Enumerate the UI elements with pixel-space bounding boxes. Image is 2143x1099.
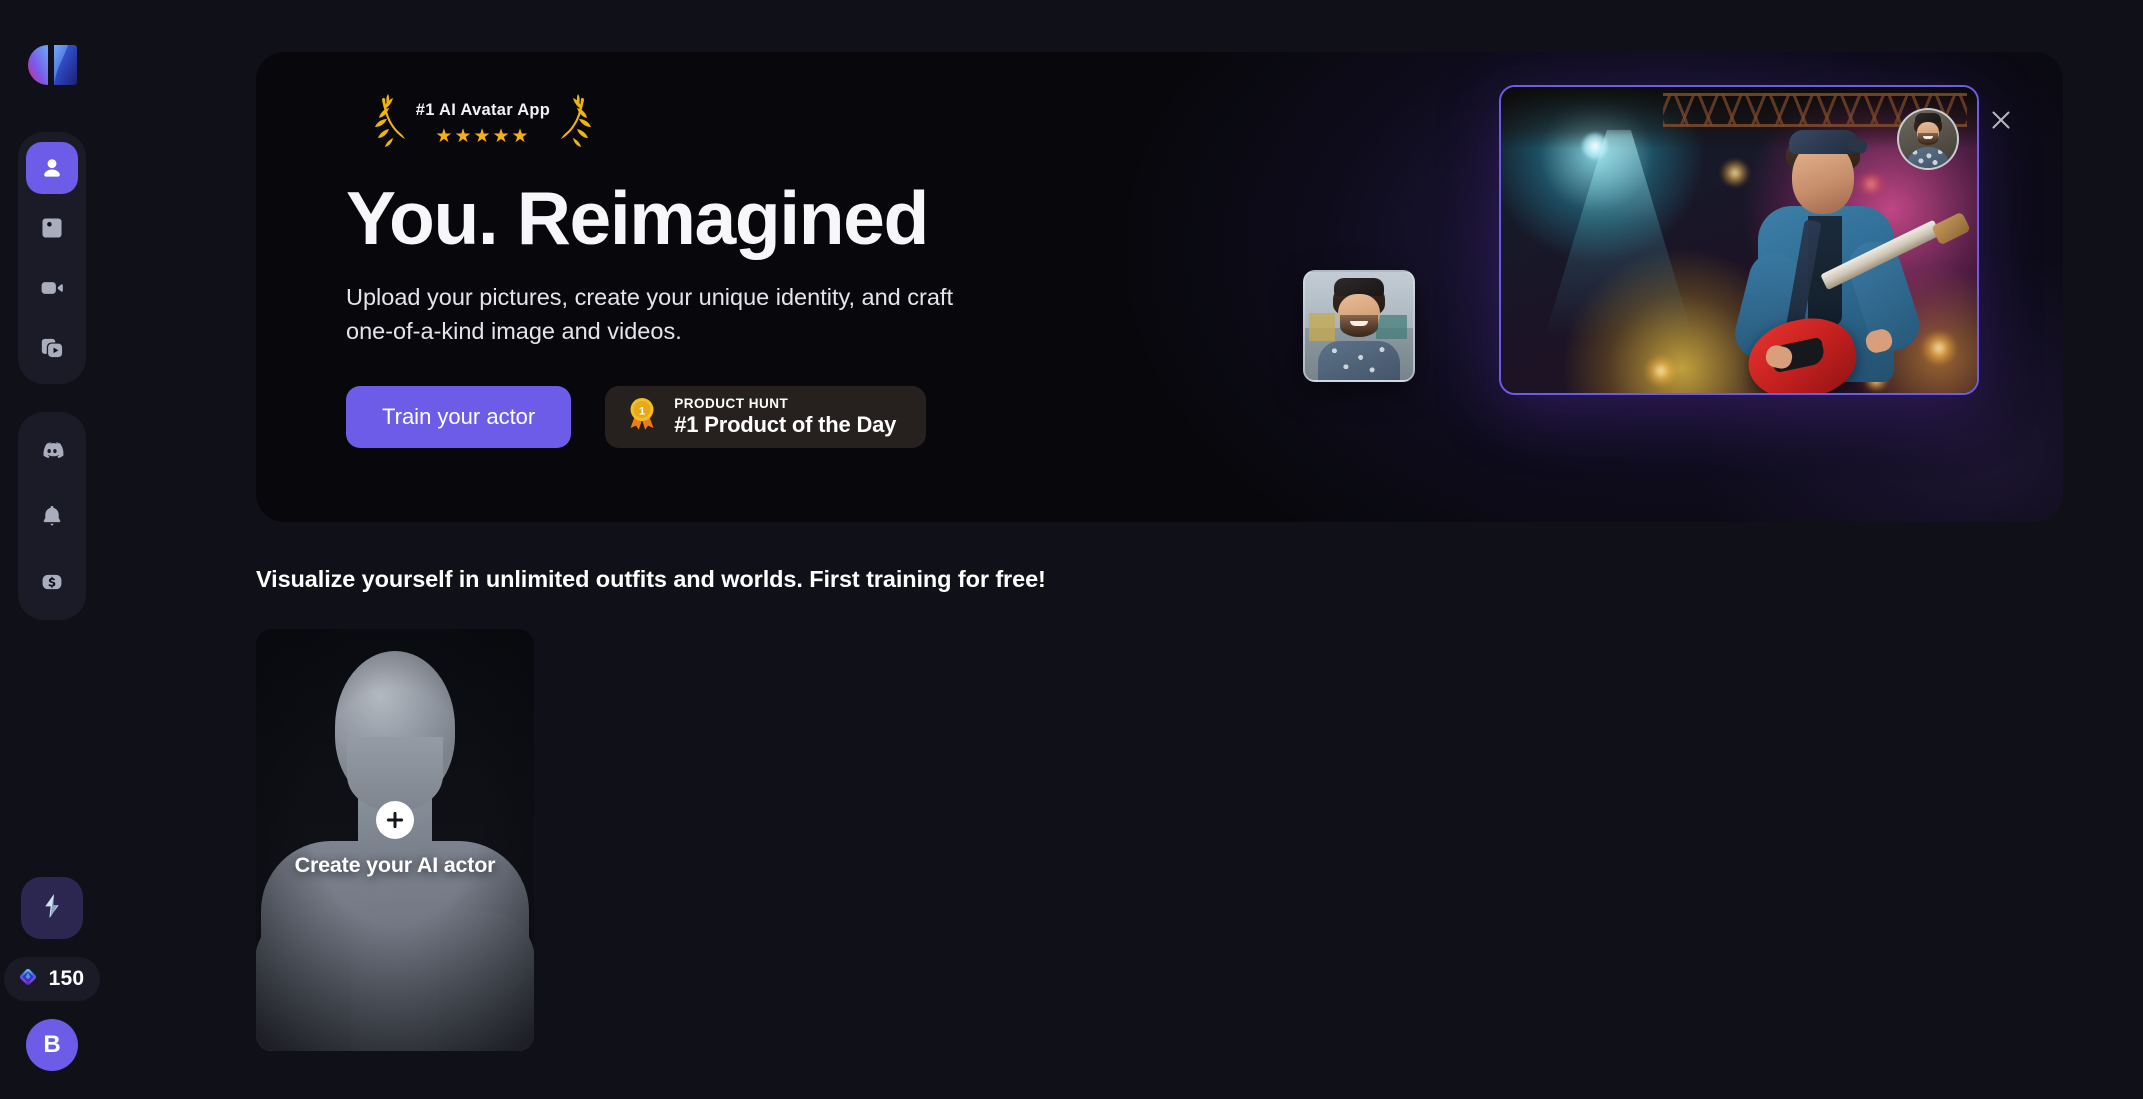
app-logo[interactable] (24, 42, 80, 88)
plus-icon[interactable] (376, 801, 414, 840)
create-ai-actor-label: Create your AI actor (294, 853, 496, 878)
person-icon (39, 155, 65, 181)
page-title: You. Reimagined (346, 176, 929, 260)
sidebar-nav-secondary (18, 412, 86, 620)
sidebar-item-library[interactable] (26, 322, 78, 374)
main-content: #1 AI Avatar App ★★★★★ You. Reimagined U… (104, 0, 2143, 1099)
hero-thumbnail-image (1303, 270, 1415, 382)
banner-subtitle: Upload your pictures, create your unique… (346, 283, 953, 344)
award-stars: ★★★★★ (435, 126, 531, 147)
discord-icon (39, 437, 65, 463)
sidebar-item-notifications[interactable] (26, 490, 78, 542)
video-camera-icon (39, 275, 65, 301)
stage-light (1643, 356, 1678, 387)
svg-text:1: 1 (639, 406, 645, 418)
cta-row: Train your actor 1 PRODUCT HUNT #1 Produ… (346, 385, 1046, 448)
dollar-icon (39, 569, 65, 595)
medal-icon: 1 (625, 395, 659, 438)
sidebar: 150 B (0, 0, 104, 1099)
gem-icon (16, 965, 40, 994)
create-ai-actor-card[interactable]: Create your AI actor (256, 629, 534, 1051)
card-overlay: Create your AI actor (256, 629, 534, 1051)
lightning-bolt-icon (37, 891, 67, 926)
credits-indicator[interactable]: 150 (3, 957, 101, 1001)
boost-button[interactable] (21, 877, 83, 939)
sidebar-item-discord[interactable] (26, 424, 78, 476)
product-hunt-kicker: PRODUCT HUNT (674, 395, 789, 411)
hero-main-image (1499, 85, 1979, 395)
face-render (1305, 272, 1413, 380)
credits-value: 150 (48, 967, 85, 990)
product-hunt-title: #1 Product of the Day (674, 411, 897, 437)
sidebar-item-videos[interactable] (26, 262, 78, 314)
laurel-right-icon (554, 90, 598, 157)
spotlight-source (1581, 132, 1608, 159)
banner-copy: #1 AI Avatar App ★★★★★ You. Reimagined U… (346, 90, 1046, 448)
close-banner-button[interactable] (1981, 102, 2021, 142)
promo-banner: #1 AI Avatar App ★★★★★ You. Reimagined U… (256, 52, 2063, 522)
laurel-left-icon (368, 90, 412, 157)
product-hunt-badge[interactable]: 1 PRODUCT HUNT #1 Product of the Day (605, 385, 927, 448)
face-render (1899, 110, 1957, 168)
sidebar-item-images[interactable] (26, 202, 78, 254)
award-center: #1 AI Avatar App ★★★★★ (416, 101, 550, 146)
user-avatar[interactable]: B (26, 1019, 78, 1071)
hero-face-avatar (1897, 108, 1959, 170)
hero-artwork (1303, 52, 2063, 522)
actor-card-row: Create your AI actor (256, 629, 2099, 1051)
media-library-icon (39, 335, 65, 361)
award-badge: #1 AI Avatar App ★★★★★ (352, 90, 614, 157)
sidebar-item-billing[interactable] (26, 556, 78, 608)
section-title: Visualize yourself in unlimited outfits … (256, 566, 1046, 592)
sidebar-bottom: 150 B (0, 877, 104, 1071)
app-root: 150 B #1 AI Avatar App ★★★★★ You. Reimag… (0, 0, 2143, 1099)
sidebar-item-actors[interactable] (26, 142, 78, 194)
image-icon (39, 215, 65, 241)
product-hunt-text: PRODUCT HUNT #1 Product of the Day (674, 396, 896, 438)
close-icon (1990, 109, 2012, 136)
sidebar-nav-primary (18, 132, 86, 384)
train-your-actor-button[interactable]: Train your actor (346, 385, 572, 448)
bell-icon (39, 503, 65, 529)
award-title: #1 AI Avatar App (415, 101, 551, 119)
